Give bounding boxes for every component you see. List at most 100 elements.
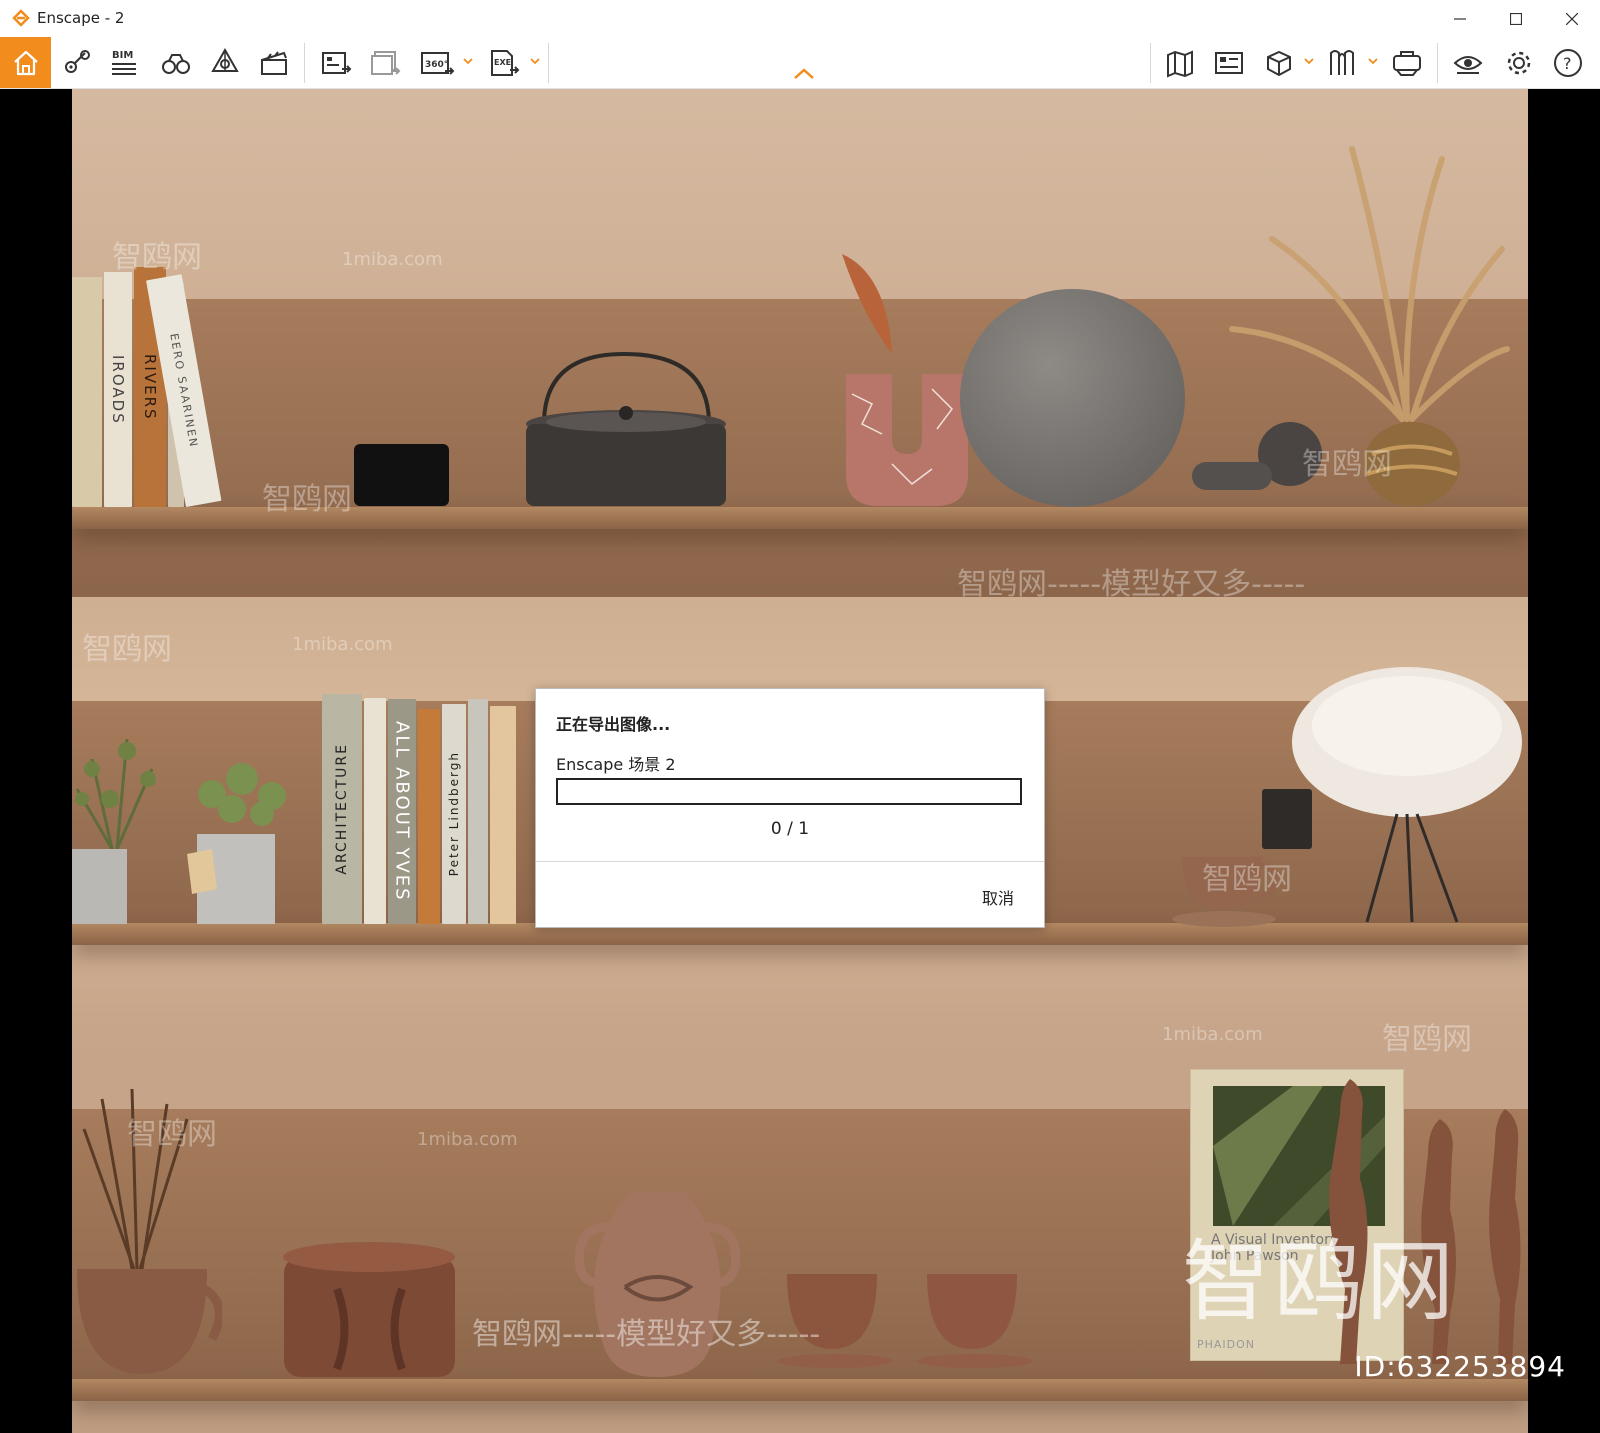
bookmark-icon xyxy=(1330,50,1354,75)
gear-icon xyxy=(1507,51,1531,75)
map-button[interactable] xyxy=(1160,43,1200,83)
export-dropdown-chevron-icon[interactable] xyxy=(530,56,540,66)
export-progress-bar xyxy=(556,778,1022,805)
minimize-icon xyxy=(1454,17,1466,20)
exe-label: EXE xyxy=(494,58,511,67)
asset-library-icon xyxy=(211,47,239,72)
watermark-text: 智鸥网-----模型好又多----- xyxy=(957,567,1306,602)
close-icon xyxy=(1566,12,1578,25)
video-editor-button[interactable] xyxy=(254,43,294,83)
panorama-360-icon: 360° xyxy=(421,52,455,75)
potted-plant-left xyxy=(72,729,162,924)
walk-mode-button[interactable] xyxy=(156,43,196,83)
bookmark-dropdown-chevron-icon[interactable] xyxy=(1368,56,1378,66)
panorama-dropdown-chevron-icon[interactable] xyxy=(463,56,473,66)
watermark-site: 1miba.com xyxy=(342,249,443,270)
render-image-button[interactable] xyxy=(316,43,356,83)
asset-library-button[interactable] xyxy=(205,43,245,83)
vr-headset-icon xyxy=(1393,51,1421,76)
round-stone-disc xyxy=(960,289,1185,507)
main-toolbar: BIM 360° EXE ? xyxy=(0,37,1600,89)
collapse-toolbar-chevron-icon[interactable] xyxy=(792,67,816,81)
home-button[interactable] xyxy=(0,37,51,88)
panorama-button[interactable]: 360° xyxy=(417,43,457,83)
screenshot-list-button[interactable] xyxy=(1209,43,1249,83)
vr-headset-button[interactable] xyxy=(1387,43,1427,83)
settings-button[interactable] xyxy=(1499,43,1539,83)
export-exe-icon: EXE xyxy=(491,50,520,76)
title-bar: Enscape - 2 xyxy=(0,0,1600,37)
svg-text:?: ? xyxy=(1563,54,1572,73)
batch-render-button[interactable] xyxy=(365,43,405,83)
watermark-text: 智鸥网-----模型好又多----- xyxy=(472,1317,821,1352)
watermark-small: 智鸥网 xyxy=(1202,862,1292,897)
screenshot-list-icon xyxy=(1215,52,1243,74)
help-icon: ? xyxy=(1554,49,1582,77)
render-image-icon xyxy=(322,52,352,74)
book-stack-middle: ARCHITECTURE ALL ABOUT YVES Peter Lindbe… xyxy=(322,694,532,924)
watermark-small: 智鸥网 xyxy=(82,632,172,667)
home-icon xyxy=(13,50,38,75)
visual-settings-icon xyxy=(1453,56,1483,74)
big-watermark: 智鸥网 xyxy=(1181,1230,1458,1333)
cube-view-dropdown-chevron-icon[interactable] xyxy=(1304,56,1314,66)
bookmark-button[interactable] xyxy=(1322,43,1362,83)
scene-name-label: Enscape 场景 2 xyxy=(556,755,676,774)
feather-lamp xyxy=(1287,664,1527,924)
book-spine-eero-saarinen: EERO SAARINEN xyxy=(167,332,201,450)
pin-views-icon xyxy=(65,50,90,73)
batch-render-icon xyxy=(371,51,401,75)
black-candle xyxy=(354,444,449,506)
watermark-small: 智鸥网 xyxy=(262,482,352,517)
views-button[interactable] xyxy=(56,43,96,83)
export-exe-button[interactable]: EXE xyxy=(484,43,524,83)
book-cover-publisher: PHAIDON xyxy=(1197,1338,1256,1351)
shelf-bottom xyxy=(72,1379,1528,1401)
close-button[interactable] xyxy=(1544,0,1600,37)
book-spine-all-about-yves: ALL ABOUT YVES xyxy=(391,721,413,902)
progress-count: 0 / 1 xyxy=(770,819,810,839)
carved-clay-pot xyxy=(282,1239,457,1379)
watermark-small: 智鸥网 xyxy=(1302,447,1392,482)
u-vase-with-leaf xyxy=(832,244,982,509)
cube-view-icon xyxy=(1267,50,1291,77)
toolbar-separator xyxy=(1150,43,1151,83)
help-button[interactable]: ? xyxy=(1548,43,1588,83)
dialog-divider xyxy=(536,861,1044,862)
watermark-site: 1miba.com xyxy=(1162,1024,1263,1045)
cube-view-button[interactable] xyxy=(1259,43,1299,83)
minimize-button[interactable] xyxy=(1432,0,1488,37)
book-spine-peter-lindbergh: Peter Lindbergh xyxy=(447,751,461,877)
book-spine-architecture: ARCHITECTURE xyxy=(334,743,350,875)
maximize-button[interactable] xyxy=(1488,0,1544,37)
toolbar-separator xyxy=(1437,43,1438,83)
toolbar-separator xyxy=(304,43,305,83)
watermark-small: 智鸥网 xyxy=(127,1117,217,1152)
book-spine-iroads: IROADS xyxy=(109,354,127,425)
watermark-site: 1miba.com xyxy=(417,1129,518,1150)
video-editor-icon xyxy=(261,51,287,75)
enscape-logo-icon xyxy=(12,9,30,27)
cancel-button[interactable]: 取消 xyxy=(982,885,1014,909)
book-stack-top: IROADS RIVERS EERO SAARINEN xyxy=(72,267,272,507)
map-icon xyxy=(1167,50,1193,78)
book-spine-rivers: RIVERS xyxy=(141,353,159,421)
maximize-icon xyxy=(1510,12,1522,25)
bim-icon: BIM xyxy=(112,50,136,75)
window-title: Enscape - 2 xyxy=(37,9,125,27)
panorama-label: 360° xyxy=(425,60,448,70)
watermark-site: 1miba.com xyxy=(292,634,393,655)
toolbar-separator xyxy=(548,43,549,83)
bim-button[interactable]: BIM xyxy=(104,43,144,83)
potted-plant-tag xyxy=(182,754,302,924)
visual-settings-button[interactable] xyxy=(1448,43,1488,83)
dialog-title: 正在导出图像... xyxy=(556,715,671,734)
watermark-small: 智鸥网 xyxy=(1382,1022,1472,1057)
watermark-small: 智鸥网 xyxy=(112,240,202,275)
cast-iron-teapot xyxy=(524,349,729,509)
binoculars-icon xyxy=(162,54,190,74)
bim-label: BIM xyxy=(112,50,133,61)
clay-cup-small-2 xyxy=(917,1269,1037,1369)
image-id-label: ID:632253894 xyxy=(1354,1350,1566,1383)
export-progress-dialog: 正在导出图像... Enscape 场景 2 0 / 1 取消 xyxy=(535,688,1045,928)
